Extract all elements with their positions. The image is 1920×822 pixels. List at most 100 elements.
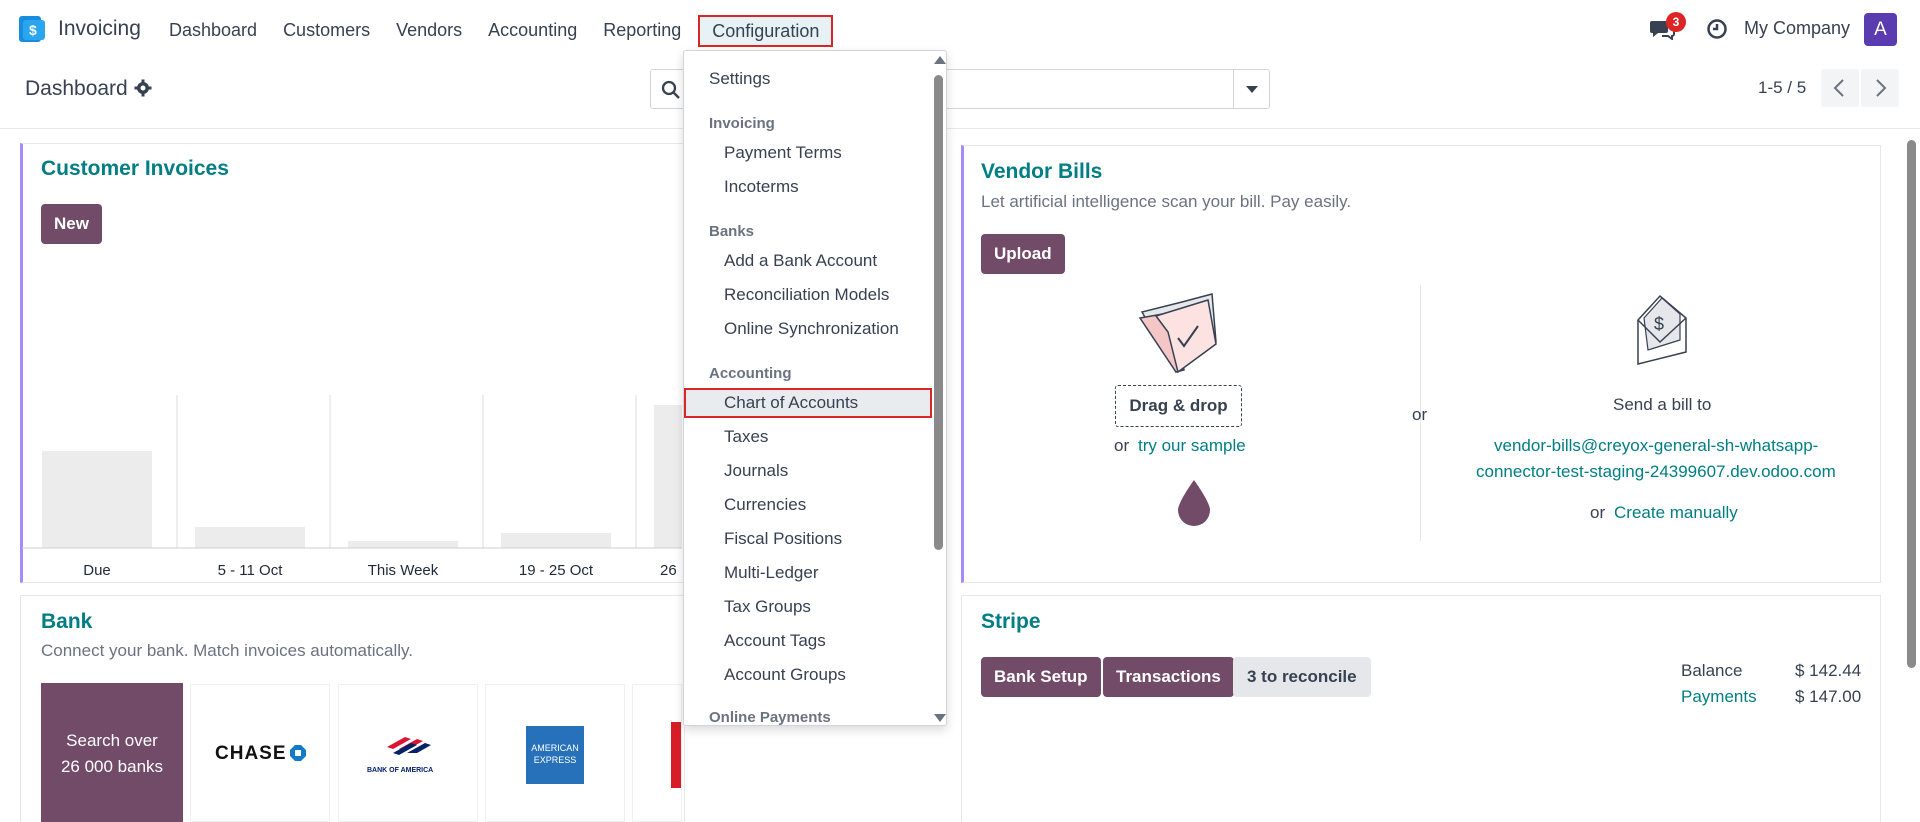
chart-bar-3[interactable]	[501, 533, 611, 548]
bank-of-america-logo: BANK OF AMERICA	[367, 767, 434, 774]
menu-chart-of-accounts[interactable]: Chart of Accounts	[684, 388, 932, 418]
chart-bar-0[interactable]	[42, 451, 152, 548]
dropdown-scrollbar-thumb[interactable]	[934, 75, 943, 550]
clock-icon[interactable]	[1706, 18, 1728, 40]
chart-bar-1[interactable]	[195, 527, 305, 548]
vendor-bills-email-line1[interactable]: vendor-bills@creyox-general-sh-whatsapp-	[1494, 436, 1818, 456]
tick-label-week3: 19 - 25 Oct	[518, 562, 594, 579]
page-scrollbar-thumb[interactable]	[1907, 140, 1916, 668]
section-invoicing: Invoicing	[709, 115, 775, 132]
pager-next-button[interactable]	[1861, 69, 1899, 107]
vendor-bills-subtitle: Let artificial intelligence scan your bi…	[981, 192, 1352, 211]
svg-text:$: $	[1654, 314, 1664, 334]
new-invoice-button[interactable]: New	[41, 204, 102, 244]
tick-label-this-week: This Week	[367, 562, 439, 579]
gear-icon[interactable]	[134, 79, 152, 97]
wells-fargo-logo: WELLS FARGO	[671, 722, 681, 788]
transactions-button[interactable]: Transactions	[1103, 657, 1234, 697]
menu-multi-ledger[interactable]: Multi-Ledger	[684, 561, 932, 585]
menu-vendors[interactable]: Vendors	[383, 15, 475, 47]
send-bill-text: Send a bill to	[1613, 395, 1712, 414]
envelope-dollar-icon: $	[1637, 294, 1687, 365]
company-switcher[interactable]: My Company	[1744, 18, 1850, 39]
search-banks-button[interactable]: Search over 26 000 banks	[41, 683, 183, 822]
vendor-bills-email-line2[interactable]: connector-test-staging-24399607.dev.odoo…	[1476, 462, 1836, 482]
menu-account-tags[interactable]: Account Tags	[684, 629, 932, 653]
chevron-right-icon	[1876, 79, 1887, 97]
bank-setup-button[interactable]: Bank Setup	[981, 657, 1101, 697]
upload-button[interactable]: Upload	[981, 234, 1065, 274]
bank-tile-amex[interactable]: AMERICAN EXPRESS	[485, 684, 625, 822]
dropdown-scrollbar[interactable]	[932, 51, 946, 725]
scroll-up-arrow-icon[interactable]	[934, 56, 946, 64]
menu-currencies[interactable]: Currencies	[684, 493, 932, 517]
top-navbar: $ Invoicing Dashboard Customers Vendors …	[0, 0, 1920, 59]
configuration-dropdown: Settings Invoicing Payment Terms Incoter…	[683, 50, 947, 726]
menu-account-groups[interactable]: Account Groups	[684, 663, 932, 687]
menu-online-synchronization[interactable]: Online Synchronization	[684, 317, 932, 341]
chase-logo: CHASE	[215, 743, 287, 764]
or-text: or	[1114, 436, 1130, 455]
menu-fiscal-positions[interactable]: Fiscal Positions	[684, 527, 932, 551]
page-scrollbar[interactable]	[1904, 130, 1920, 822]
menu-customers[interactable]: Customers	[270, 15, 383, 47]
menu-settings[interactable]: Settings	[684, 67, 932, 91]
search-options-toggle[interactable]	[1233, 70, 1269, 108]
chart-bar-4[interactable]	[654, 405, 682, 548]
control-panel: Dashboard 1-5 / 5	[0, 59, 1920, 129]
folder-upload-icon	[1138, 293, 1217, 374]
section-online-payments: Online Payments	[709, 709, 831, 726]
caret-down-icon	[1246, 86, 1258, 93]
bank-of-america-flag-icon	[387, 737, 431, 755]
pager-value[interactable]: 1-5 / 5	[1758, 78, 1806, 98]
or-divider-text: or	[1412, 405, 1428, 424]
menu-reporting[interactable]: Reporting	[590, 15, 694, 47]
reconcile-button[interactable]: 3 to reconcile	[1233, 657, 1371, 697]
payments-link[interactable]: Payments	[1681, 687, 1757, 707]
drag-drop-zone[interactable]: Drag & drop	[1115, 385, 1242, 427]
vendor-bills-title[interactable]: Vendor Bills	[981, 160, 1102, 184]
scroll-down-arrow-icon[interactable]	[934, 714, 946, 722]
section-banks: Banks	[709, 223, 755, 240]
or-create-text: or	[1590, 503, 1606, 522]
tick-label-week1: 5 - 11 Oct	[217, 562, 283, 579]
search-banks-line2: 26 000 banks	[60, 757, 164, 776]
main-menu: Dashboard Customers Vendors Accounting R…	[156, 15, 834, 47]
invoicing-app-icon[interactable]: $	[19, 16, 45, 42]
bank-tile-wells-fargo[interactable]: WELLS FARGO	[632, 684, 682, 822]
menu-incoterms[interactable]: Incoterms	[684, 175, 932, 199]
menu-reconciliation-models[interactable]: Reconciliation Models	[684, 283, 932, 307]
message-count-badge: 3	[1666, 12, 1686, 32]
balance-label: Balance	[1681, 661, 1743, 680]
create-manually-link[interactable]: Create manually	[1614, 503, 1738, 523]
bank-title[interactable]: Bank	[41, 610, 92, 634]
try-sample-link[interactable]: try our sample	[1138, 436, 1246, 456]
invoice-chart	[22, 395, 682, 549]
pager-previous-button[interactable]	[1821, 69, 1859, 107]
chart-bar-2[interactable]	[348, 541, 458, 548]
customer-invoices-title[interactable]: Customer Invoices	[41, 157, 229, 181]
bank-tile-chase[interactable]: CHASE	[190, 684, 330, 822]
menu-add-bank-account[interactable]: Add a Bank Account	[684, 249, 932, 273]
search-banks-line1: Search over	[66, 731, 158, 750]
chase-octagon-icon	[290, 745, 306, 761]
menu-journals[interactable]: Journals	[684, 459, 932, 483]
menu-payment-terms[interactable]: Payment Terms	[684, 141, 932, 165]
amex-logo: AMERICAN EXPRESS	[526, 726, 584, 784]
balance-value: $ 142.44	[1795, 661, 1862, 680]
menu-taxes[interactable]: Taxes	[684, 425, 932, 449]
user-avatar[interactable]: A	[1864, 13, 1897, 46]
drop-icon	[1178, 480, 1210, 526]
tick-label-due: Due	[83, 562, 111, 579]
menu-accounting[interactable]: Accounting	[475, 15, 590, 47]
menu-configuration[interactable]: Configuration	[698, 15, 834, 47]
bank-tile-bank-of-america[interactable]: BANK OF AMERICA	[338, 684, 478, 822]
menu-tax-groups[interactable]: Tax Groups	[684, 595, 932, 619]
bank-subtitle: Connect your bank. Match invoices automa…	[41, 641, 413, 660]
menu-dashboard[interactable]: Dashboard	[156, 15, 270, 47]
stripe-title[interactable]: Stripe	[981, 610, 1041, 634]
app-name[interactable]: Invoicing	[58, 17, 141, 41]
svg-text:$: $	[29, 22, 37, 38]
page-title: Dashboard	[25, 77, 128, 100]
chevron-left-icon	[1833, 79, 1844, 97]
